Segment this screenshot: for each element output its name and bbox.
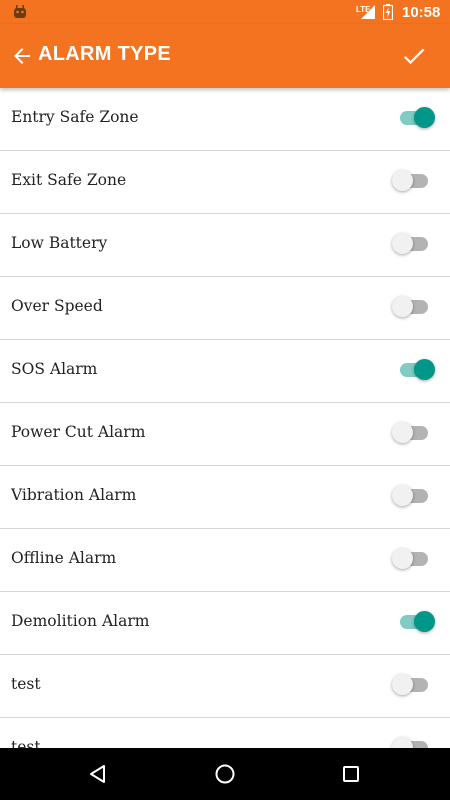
confirm-button[interactable] xyxy=(394,36,434,76)
alarm-toggle-switch[interactable] xyxy=(392,231,436,257)
alarm-toggle-switch[interactable] xyxy=(392,168,436,194)
status-time: 10:58 xyxy=(402,4,441,21)
alarm-toggle-switch[interactable] xyxy=(392,105,436,131)
alarm-label: Demolition Alarm xyxy=(11,612,150,630)
switch-thumb xyxy=(414,611,435,632)
switch-thumb xyxy=(392,485,413,506)
alarm-row[interactable]: Over Speed xyxy=(0,277,450,340)
signal-icon xyxy=(361,5,375,19)
alarm-label: Exit Safe Zone xyxy=(11,171,127,189)
android-notification-icon xyxy=(14,5,26,18)
arrow-back-icon xyxy=(14,48,30,64)
alarm-label: Over Speed xyxy=(11,297,103,315)
alarm-type-list: Entry Safe Zone Exit Safe Zone Low Battery… xyxy=(0,88,450,748)
alarm-label: Entry Safe Zone xyxy=(11,108,139,126)
navigation-bar xyxy=(0,748,450,800)
battery-charging-icon xyxy=(383,4,393,20)
check-icon xyxy=(403,48,425,65)
status-bar: LTE 10:58 xyxy=(0,0,450,24)
alarm-row[interactable]: Entry Safe Zone xyxy=(0,88,450,151)
alarm-toggle-switch[interactable] xyxy=(392,483,436,509)
alarm-row[interactable]: Demolition Alarm xyxy=(0,592,450,655)
switch-thumb xyxy=(392,170,413,191)
alarm-label: Vibration Alarm xyxy=(11,486,137,504)
alarm-toggle-switch[interactable] xyxy=(392,672,436,698)
alarm-row[interactable]: test xyxy=(0,718,450,748)
page-title: ALARM TYPE xyxy=(38,43,171,65)
switch-thumb xyxy=(392,548,413,569)
alarm-row[interactable]: test xyxy=(0,655,450,718)
alarm-label: test xyxy=(11,675,41,693)
switch-thumb xyxy=(414,107,435,128)
nav-home-icon[interactable] xyxy=(213,762,237,786)
switch-thumb xyxy=(414,359,435,380)
alarm-row[interactable]: Low Battery xyxy=(0,214,450,277)
alarm-label: Offline Alarm xyxy=(11,549,117,567)
alarm-toggle-switch[interactable] xyxy=(392,294,436,320)
alarm-toggle-switch[interactable] xyxy=(392,735,436,748)
alarm-toggle-switch[interactable] xyxy=(392,609,436,635)
switch-thumb xyxy=(392,233,413,254)
alarm-toggle-switch[interactable] xyxy=(392,546,436,572)
alarm-label: Power Cut Alarm xyxy=(11,423,146,441)
nav-back-icon[interactable] xyxy=(86,762,110,786)
alarm-label: test xyxy=(11,738,41,748)
switch-thumb xyxy=(392,296,413,317)
alarm-toggle-switch[interactable] xyxy=(392,357,436,383)
alarm-row[interactable]: Power Cut Alarm xyxy=(0,403,450,466)
back-button[interactable] xyxy=(4,38,40,74)
switch-thumb xyxy=(392,674,413,695)
switch-thumb xyxy=(392,422,413,443)
app-bar: ALARM TYPE xyxy=(0,24,450,88)
alarm-label: Low Battery xyxy=(11,234,108,252)
alarm-row[interactable]: Exit Safe Zone xyxy=(0,151,450,214)
nav-recents-icon[interactable] xyxy=(339,762,363,786)
alarm-row[interactable]: Offline Alarm xyxy=(0,529,450,592)
alarm-row[interactable]: Vibration Alarm xyxy=(0,466,450,529)
switch-thumb xyxy=(392,737,413,748)
alarm-label: SOS Alarm xyxy=(11,360,98,378)
alarm-row[interactable]: SOS Alarm xyxy=(0,340,450,403)
alarm-toggle-switch[interactable] xyxy=(392,420,436,446)
